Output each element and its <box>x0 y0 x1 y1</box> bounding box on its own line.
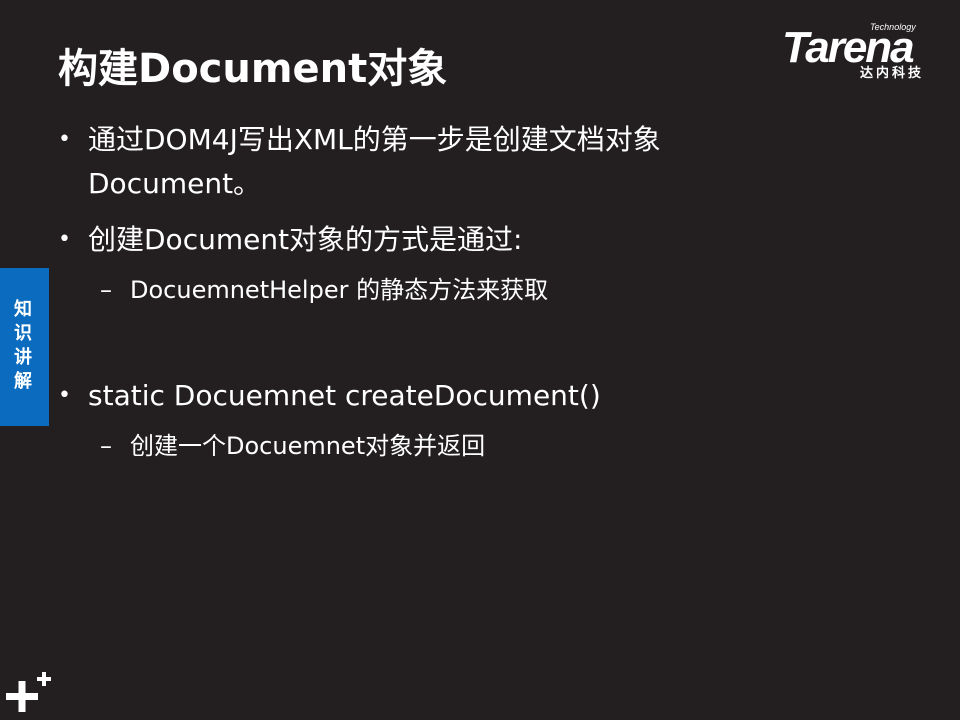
side-tab-char: 知 <box>14 299 32 320</box>
side-tab-char: 识 <box>14 323 32 344</box>
bullet-dot: • <box>58 127 71 152</box>
side-tab-knowledge: 知 识 讲 解 <box>0 268 49 426</box>
sub-bullet-item: – DocuemnetHelper 的静态方法来获取 <box>100 272 548 308</box>
bullet-dot: • <box>58 383 71 408</box>
bullet-text: 创建Document对象的方式是通过: <box>88 223 523 256</box>
sub-bullet-dash: – <box>100 276 112 304</box>
bullet-dot: • <box>58 227 71 252</box>
bullet-text-continued: Document。 <box>88 167 262 200</box>
tarena-logo: Technology Tarena 达内科技 <box>780 22 948 86</box>
bullet-item: • 创建Document对象的方式是通过: <box>58 218 523 262</box>
bullet-text: static Docuemnet createDocument() <box>88 379 601 412</box>
slide: 构建Document对象 Technology Tarena 达内科技 • 通过D… <box>0 0 960 720</box>
sub-bullet-dash: – <box>100 432 112 460</box>
sub-bullet-item: – 创建一个Docuemnet对象并返回 <box>100 428 485 464</box>
bullet-item: • 通过DOM4J写出XML的第一步是创建文档对象 Document。 <box>58 118 661 206</box>
slide-title: 构建Document对象 <box>58 46 448 92</box>
sub-bullet-text: 创建一个Docuemnet对象并返回 <box>130 432 486 460</box>
logo-chinese-text: 达内科技 <box>860 66 925 81</box>
bullet-text: 通过DOM4J写出XML的第一步是创建文档对象 <box>88 123 661 156</box>
side-tab-char: 讲 <box>14 347 32 368</box>
side-tab-char: 解 <box>14 371 32 392</box>
sub-bullet-text: DocuemnetHelper 的静态方法来获取 <box>130 276 549 304</box>
plus-icon <box>6 672 51 712</box>
bullet-item: • static Docuemnet createDocument() <box>58 374 601 418</box>
